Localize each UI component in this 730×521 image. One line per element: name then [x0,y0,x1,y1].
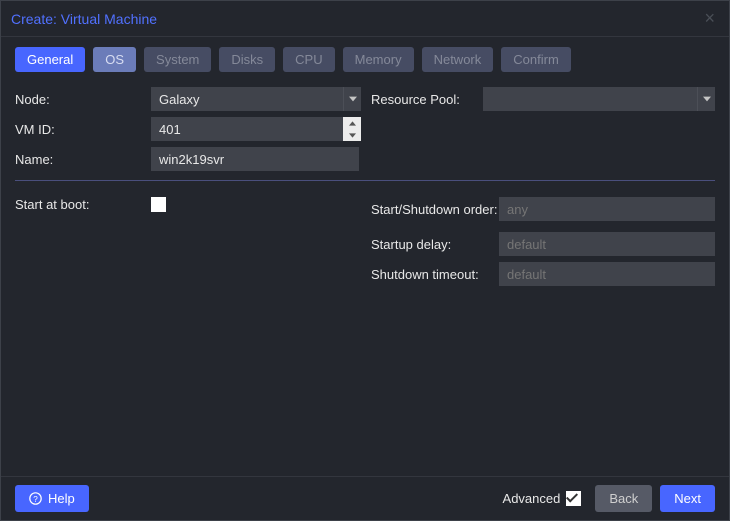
resource-pool-input[interactable] [483,87,697,111]
startup-delay-label: Startup delay: [371,237,499,252]
order-input [499,197,715,221]
vmid-spinner[interactable] [151,117,361,141]
dialog-title: Create: Virtual Machine [11,11,700,27]
startup-delay-input [499,232,715,256]
vmid-input[interactable] [151,117,343,141]
resource-pool-label: Resource Pool: [371,92,483,107]
help-button[interactable]: ? Help [15,485,89,512]
name-label: Name: [15,152,151,167]
footer-bar: ? Help Advanced Back Next [1,476,729,520]
tab-os[interactable]: OS [93,47,136,72]
advanced-label: Advanced [503,491,561,506]
chevron-down-icon[interactable] [343,87,361,111]
chevron-down-icon[interactable] [697,87,715,111]
tab-general[interactable]: General [15,47,85,72]
node-label: Node: [15,92,151,107]
node-input[interactable] [151,87,343,111]
tab-cpu: CPU [283,47,334,72]
next-button-label: Next [674,491,701,506]
shutdown-timeout-input [499,262,715,286]
wizard-tabs: General OS System Disks CPU Memory Netwo… [1,37,729,82]
shutdown-timeout-label: Shutdown timeout: [371,267,499,282]
close-icon[interactable]: × [700,6,719,31]
spinner-up-icon[interactable] [343,117,361,129]
form-content: Node: VM ID: [1,82,729,476]
start-at-boot-label: Start at boot: [15,197,151,212]
order-label: Start/Shutdown order: [371,202,499,217]
tab-network: Network [422,47,494,72]
start-at-boot-checkbox[interactable] [151,197,166,212]
vmid-label: VM ID: [15,122,151,137]
tab-disks: Disks [219,47,275,72]
next-button[interactable]: Next [660,485,715,512]
advanced-toggle[interactable]: Advanced [503,491,582,506]
dialog-window: Create: Virtual Machine × General OS Sys… [0,0,730,521]
tab-system: System [144,47,211,72]
back-button: Back [595,485,652,512]
spinner-buttons[interactable] [343,117,361,141]
help-button-label: Help [48,491,75,506]
divider [15,180,715,181]
back-button-label: Back [609,491,638,506]
help-icon: ? [29,492,42,505]
name-input[interactable] [151,147,359,171]
advanced-checkbox[interactable] [566,491,581,506]
titlebar: Create: Virtual Machine × [1,1,729,37]
tab-confirm: Confirm [501,47,571,72]
node-combo[interactable] [151,87,361,111]
tab-memory: Memory [343,47,414,72]
spinner-down-icon[interactable] [343,129,361,141]
svg-text:?: ? [33,495,38,504]
resource-pool-combo[interactable] [483,87,715,111]
